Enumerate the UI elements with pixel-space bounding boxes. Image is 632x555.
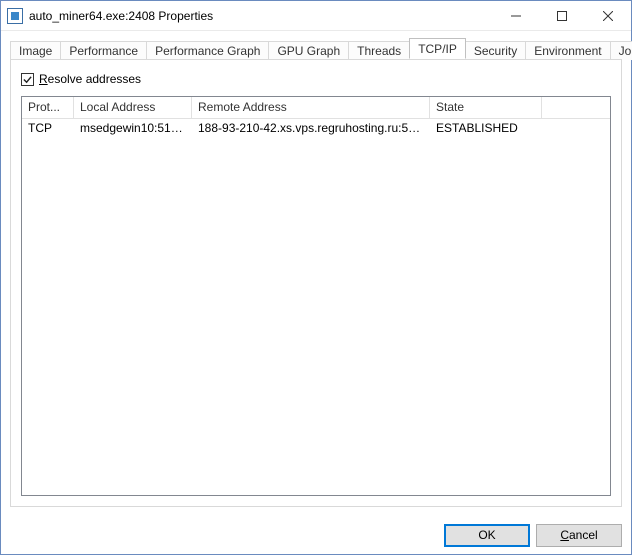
window-title: auto_miner64.exe:2408 Properties — [29, 9, 213, 23]
app-icon — [7, 8, 23, 24]
check-icon — [23, 75, 32, 84]
titlebar: auto_miner64.exe:2408 Properties — [1, 1, 631, 31]
tab-threads[interactable]: Threads — [348, 41, 410, 60]
window-controls — [493, 1, 631, 30]
tab-job[interactable]: Job — [610, 41, 632, 60]
minimize-button[interactable] — [493, 1, 539, 30]
dialog-footer: OK Cancel — [1, 516, 631, 554]
ok-button[interactable]: OK — [444, 524, 530, 547]
column-header-local[interactable]: Local Address — [74, 97, 192, 118]
connections-list[interactable]: Prot... Local Address Remote Address Sta… — [21, 96, 611, 496]
cell-spacer — [542, 127, 610, 129]
cell-remote: 188-93-210-42.xs.vps.regruhosting.ru:502… — [192, 120, 430, 136]
resolve-addresses-row: Resolve addresses — [21, 70, 611, 88]
properties-window: auto_miner64.exe:2408 Properties Image P… — [0, 0, 632, 555]
column-header-state[interactable]: State — [430, 97, 542, 118]
tab-security[interactable]: Security — [465, 41, 526, 60]
column-header-remote[interactable]: Remote Address — [192, 97, 430, 118]
list-body: TCP msedgewin10:51013 188-93-210-42.xs.v… — [22, 119, 610, 495]
tab-environment[interactable]: Environment — [525, 41, 610, 60]
column-header-spacer — [542, 97, 610, 118]
tcpip-panel: Resolve addresses Prot... Local Address … — [10, 59, 622, 507]
cell-state: ESTABLISHED — [430, 120, 542, 136]
resolve-addresses-checkbox[interactable] — [21, 73, 34, 86]
cancel-button[interactable]: Cancel — [536, 524, 622, 547]
column-header-protocol[interactable]: Prot... — [22, 97, 74, 118]
close-button[interactable] — [585, 1, 631, 30]
maximize-icon — [557, 11, 567, 21]
cell-protocol: TCP — [22, 120, 74, 136]
resolve-addresses-label[interactable]: Resolve addresses — [39, 72, 141, 86]
minimize-icon — [511, 11, 521, 21]
content-area: Image Performance Performance Graph GPU … — [1, 31, 631, 516]
list-header: Prot... Local Address Remote Address Sta… — [22, 97, 610, 119]
cell-local: msedgewin10:51013 — [74, 120, 192, 136]
tab-tcpip[interactable]: TCP/IP — [409, 38, 466, 59]
tab-strip: Image Performance Performance Graph GPU … — [10, 37, 622, 59]
tab-image[interactable]: Image — [10, 41, 61, 60]
tab-performance-graph[interactable]: Performance Graph — [146, 41, 269, 60]
maximize-button[interactable] — [539, 1, 585, 30]
tab-gpu-graph[interactable]: GPU Graph — [268, 41, 349, 60]
table-row[interactable]: TCP msedgewin10:51013 188-93-210-42.xs.v… — [22, 119, 610, 137]
tab-performance[interactable]: Performance — [60, 41, 147, 60]
close-icon — [603, 11, 613, 21]
